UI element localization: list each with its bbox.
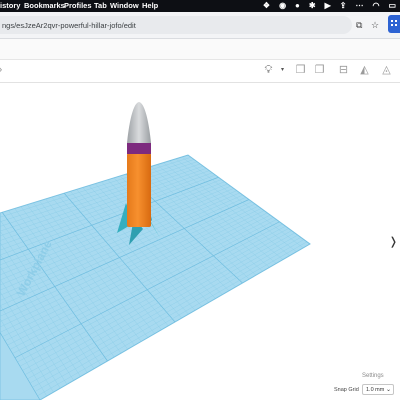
bookmark-star-icon[interactable]: ☆ [371, 20, 379, 31]
address-bar[interactable]: ngs/esJzeAr2qvr-powerful-hillar-jofo/edi… [0, 16, 352, 34]
extensions-grid-icon[interactable] [388, 15, 400, 33]
3d-viewport[interactable]: Workplane [0, 83, 400, 400]
mirror-icon[interactable]: ◬ [380, 64, 393, 77]
menu-help[interactable]: Help [142, 1, 158, 10]
chevron-down-icon: ⌄ [385, 387, 391, 393]
chevron-down-icon[interactable]: ▾ [276, 64, 289, 77]
workplane[interactable] [0, 154, 311, 400]
menu-window[interactable]: Window [110, 1, 139, 10]
menu-tab[interactable]: Tab [94, 1, 107, 10]
bluetooth-icon[interactable]: ✱ [309, 1, 316, 10]
upload-icon[interactable]: ⇪ [340, 1, 347, 10]
chevron-left-icon[interactable]: › [0, 64, 7, 77]
record-icon[interactable]: ◉ [279, 1, 286, 10]
snap-grid-value: 1.0 mm [366, 387, 385, 393]
snap-grid-label: Snap Grid [334, 387, 359, 393]
group-icon[interactable]: ❒ [294, 64, 307, 77]
dropbox-icon[interactable]: ❖ [263, 1, 270, 10]
play-icon[interactable]: ▶ [325, 1, 331, 10]
rocket-body [127, 153, 151, 227]
github-icon[interactable]: ● [295, 1, 300, 10]
scene: Workplane [0, 102, 311, 400]
menu-bookmarks[interactable]: Bookmarks [24, 1, 65, 10]
align-icon[interactable]: ⊟ [337, 64, 350, 77]
rocket-nose-cone [127, 102, 151, 143]
settings-link[interactable]: Settings [362, 373, 384, 379]
ungroup-icon[interactable]: ❐ [313, 64, 326, 77]
battery-icon[interactable]: ▭ [388, 1, 396, 10]
menu-history[interactable]: istory [0, 1, 20, 10]
menu-profiles[interactable]: Profiles [64, 1, 92, 10]
light-bulb-icon[interactable]: 💡︎ [262, 64, 275, 77]
flip-icon[interactable]: ◭ [358, 64, 371, 77]
snap-grid-select[interactable]: 1.0 mm ⌄ [362, 384, 394, 395]
panel-expand-icon[interactable]: ❭ [389, 235, 398, 248]
app-top-bar [0, 39, 400, 60]
url-text: ngs/esJzeAr2qvr-powerful-hillar-jofo/edi… [2, 21, 136, 30]
tab-search-icon[interactable]: ⧉ [356, 20, 362, 31]
rocket-band [127, 143, 151, 154]
wifi-icon[interactable]: ◠ [372, 1, 379, 10]
mac-menu-bar: istory Bookmarks Profiles Tab Window Hel… [0, 0, 400, 12]
browser-address-row: ngs/esJzeAr2qvr-powerful-hillar-jofo/edi… [0, 12, 400, 39]
more-icon[interactable]: ⋯ [355, 1, 363, 10]
app-toolbar: › 💡︎ ▾ ❒ ❐ ⊟ ◭ ◬ [0, 60, 400, 83]
